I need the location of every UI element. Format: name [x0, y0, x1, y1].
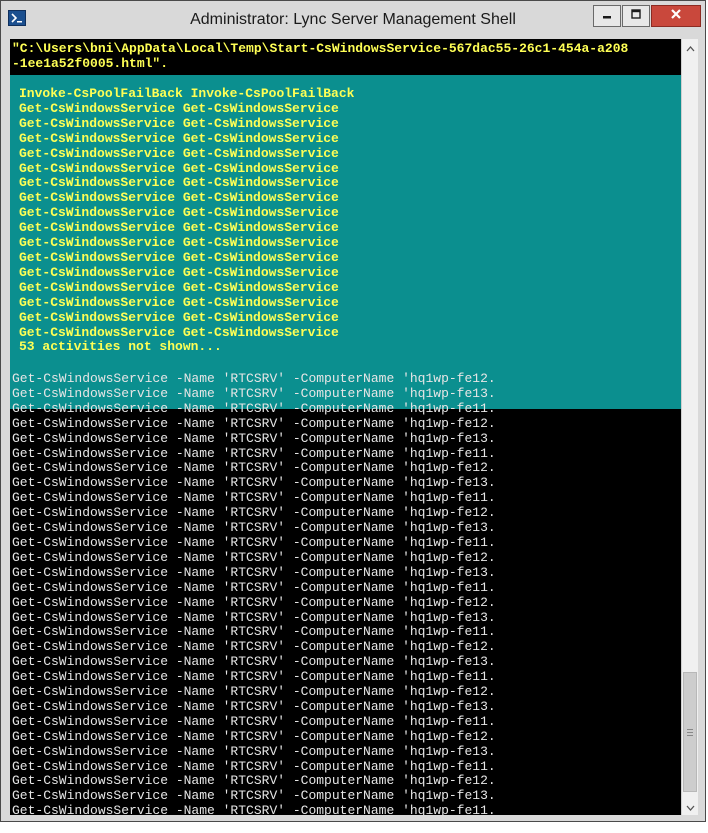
progress-line: 53 activities not shown...: [19, 339, 222, 355]
progress-line: Get-CsWindowsService Get-CsWindowsServic…: [19, 324, 339, 340]
output-line: Get-CsWindowsService -Name 'RTCSRV' -Com…: [12, 490, 496, 506]
output-line: Get-CsWindowsService -Name 'RTCSRV' -Com…: [12, 564, 496, 580]
output-line: Get-CsWindowsService -Name 'RTCSRV' -Com…: [12, 684, 496, 700]
console-area[interactable]: "C:\Users\bni\AppData\Local\Temp\Start-C…: [10, 39, 681, 815]
progress-line: Get-CsWindowsService Get-CsWindowsServic…: [19, 145, 339, 161]
output-line: Get-CsWindowsService -Name 'RTCSRV' -Com…: [12, 371, 496, 386]
output-line: Get-CsWindowsService -Name 'RTCSRV' -Com…: [12, 624, 496, 640]
title-bar[interactable]: Administrator: Lync Server Management Sh…: [1, 1, 705, 39]
output-line: Get-CsWindowsService -Name 'RTCSRV' -Com…: [12, 803, 496, 815]
output-line: Get-CsWindowsService -Name 'RTCSRV' -Com…: [12, 430, 496, 446]
output-line: Get-CsWindowsService -Name 'RTCSRV' -Com…: [12, 385, 496, 401]
progress-line: Get-CsWindowsService Get-CsWindowsServic…: [19, 175, 339, 191]
close-icon: [669, 7, 683, 25]
output-line: Get-CsWindowsService -Name 'RTCSRV' -Com…: [12, 788, 496, 804]
scroll-down-button[interactable]: [682, 798, 698, 815]
progress-line: Get-CsWindowsService Get-CsWindowsServic…: [19, 130, 339, 146]
output-line: Get-CsWindowsService -Name 'RTCSRV' -Com…: [12, 698, 496, 714]
output-line: Get-CsWindowsService -Name 'RTCSRV' -Com…: [12, 400, 496, 416]
output-line: Get-CsWindowsService -Name 'RTCSRV' -Com…: [12, 713, 496, 729]
output-line: Get-CsWindowsService -Name 'RTCSRV' -Com…: [12, 773, 496, 789]
output-line: Get-CsWindowsService -Name 'RTCSRV' -Com…: [12, 758, 496, 774]
output-line: Get-CsWindowsService -Name 'RTCSRV' -Com…: [12, 460, 496, 476]
output-line: Get-CsWindowsService -Name 'RTCSRV' -Com…: [12, 415, 496, 431]
desktop-edge: [0, 822, 708, 833]
progress-line: Get-CsWindowsService Get-CsWindowsServic…: [19, 100, 339, 116]
chevron-up-icon: [686, 39, 695, 57]
output-line: Get-CsWindowsService -Name 'RTCSRV' -Com…: [12, 445, 496, 461]
progress-line: Get-CsWindowsService Get-CsWindowsServic…: [19, 190, 339, 206]
minimize-button[interactable]: [593, 5, 621, 27]
progress-line: Get-CsWindowsService Get-CsWindowsServic…: [19, 115, 339, 131]
progress-line: Get-CsWindowsService Get-CsWindowsServic…: [19, 309, 339, 325]
progress-line: Get-CsWindowsService Get-CsWindowsServic…: [19, 235, 339, 251]
output-line: Get-CsWindowsService -Name 'RTCSRV' -Com…: [12, 549, 496, 565]
output-line: Get-CsWindowsService -Name 'RTCSRV' -Com…: [12, 594, 496, 610]
scroll-up-button[interactable]: [682, 39, 698, 56]
close-button[interactable]: [651, 5, 701, 27]
vertical-scrollbar[interactable]: [681, 39, 698, 815]
progress-line: Get-CsWindowsService Get-CsWindowsServic…: [19, 205, 339, 221]
output-line: Get-CsWindowsService -Name 'RTCSRV' -Com…: [12, 505, 496, 521]
maximize-button[interactable]: [622, 5, 650, 27]
command-output: Get-CsWindowsService -Name 'RTCSRV' -Com…: [10, 371, 496, 815]
progress-line: Invoke-CsPoolFailBack Invoke-CsPoolFailB…: [19, 86, 355, 101]
scrollbar-thumb[interactable]: [683, 672, 697, 792]
output-file-path: "C:\Users\bni\AppData\Local\Temp\Start-C…: [10, 41, 629, 72]
progress-pane: Invoke-CsPoolFailBack Invoke-CsPoolFailB…: [10, 75, 681, 409]
progress-line: Get-CsWindowsService Get-CsWindowsServic…: [19, 160, 339, 176]
progress-line: Get-CsWindowsService Get-CsWindowsServic…: [19, 294, 339, 310]
output-line: Get-CsWindowsService -Name 'RTCSRV' -Com…: [12, 520, 496, 536]
progress-line: Get-CsWindowsService Get-CsWindowsServic…: [19, 249, 339, 265]
progress-line: Get-CsWindowsService Get-CsWindowsServic…: [19, 279, 339, 295]
output-line: Get-CsWindowsService -Name 'RTCSRV' -Com…: [12, 728, 496, 744]
output-line: Get-CsWindowsService -Name 'RTCSRV' -Com…: [12, 654, 496, 670]
progress-line: Get-CsWindowsService Get-CsWindowsServic…: [19, 220, 339, 236]
path-line: "C:\Users\bni\AppData\Local\Temp\Start-C…: [12, 41, 629, 56]
output-line: Get-CsWindowsService -Name 'RTCSRV' -Com…: [12, 743, 496, 759]
grip-icon: [687, 728, 693, 736]
minimize-icon: [601, 7, 613, 25]
maximize-icon: [630, 7, 642, 25]
output-line: Get-CsWindowsService -Name 'RTCSRV' -Com…: [12, 609, 496, 625]
console-window: Administrator: Lync Server Management Sh…: [0, 0, 706, 822]
output-line: Get-CsWindowsService -Name 'RTCSRV' -Com…: [12, 475, 496, 491]
output-line: Get-CsWindowsService -Name 'RTCSRV' -Com…: [12, 534, 496, 550]
chevron-down-icon: [686, 798, 695, 816]
progress-activity-list: Invoke-CsPoolFailBack Invoke-CsPoolFailB…: [19, 86, 355, 355]
path-line: -1ee1a52f0005.html".: [12, 55, 169, 71]
output-line: Get-CsWindowsService -Name 'RTCSRV' -Com…: [12, 669, 496, 685]
output-line: Get-CsWindowsService -Name 'RTCSRV' -Com…: [12, 579, 496, 595]
progress-line: Get-CsWindowsService Get-CsWindowsServic…: [19, 264, 339, 280]
output-line: Get-CsWindowsService -Name 'RTCSRV' -Com…: [12, 639, 496, 655]
